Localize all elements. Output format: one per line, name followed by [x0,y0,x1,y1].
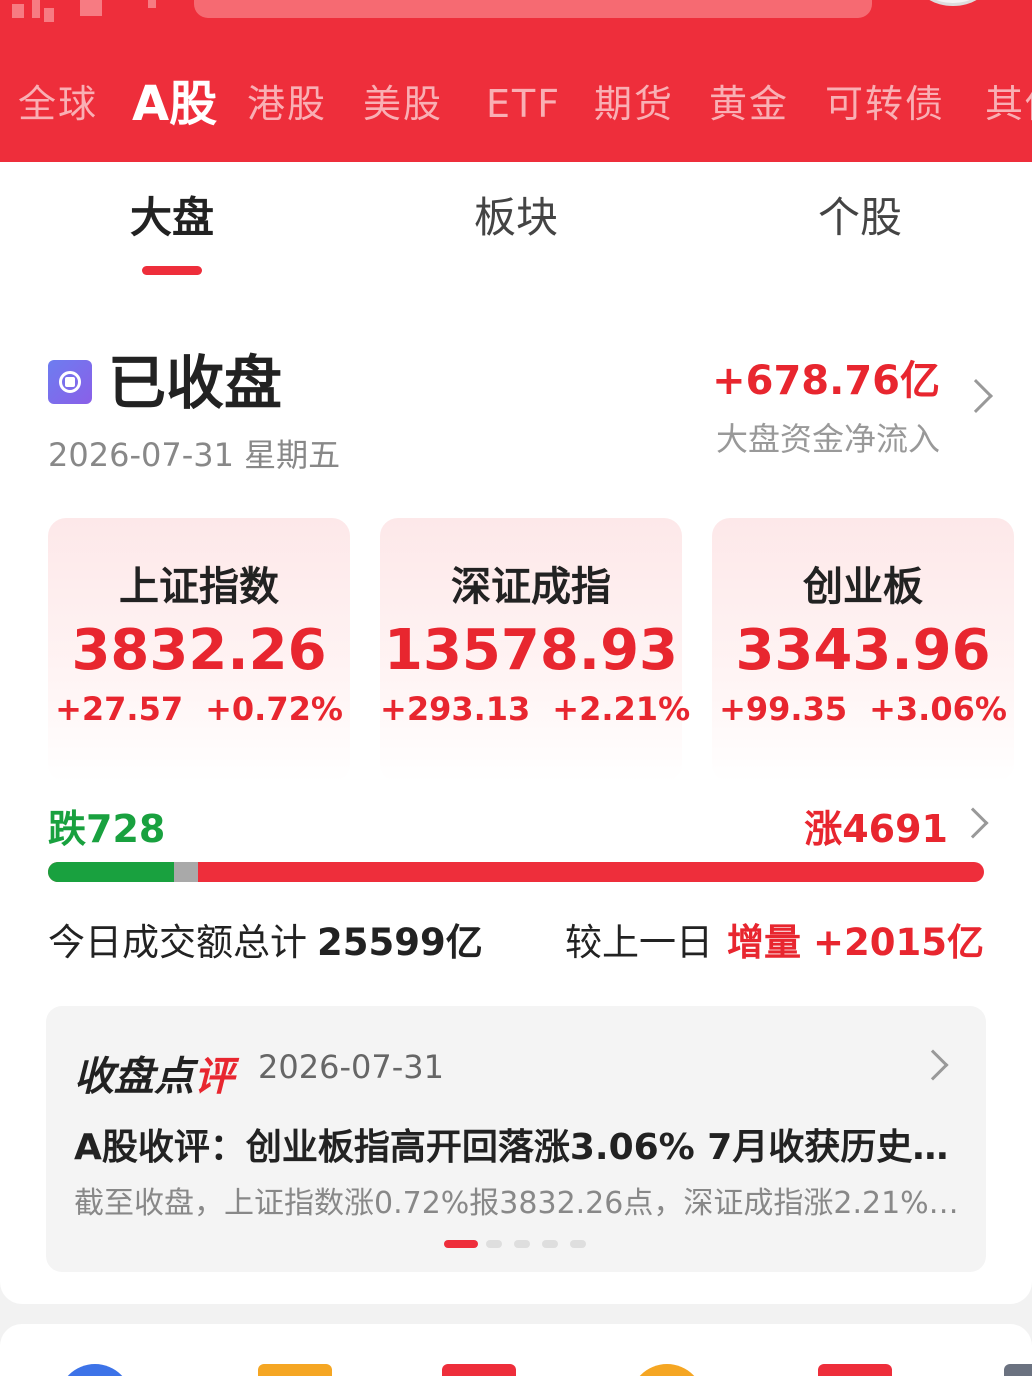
sub-tab-bar: 大盘 板块 个股 [0,162,1032,282]
chevron-right-icon [957,807,989,839]
shortcut-icon[interactable] [58,1364,132,1376]
tab-etf[interactable]: ETF [486,72,561,136]
commentary-title: 收盘点评 [74,1044,234,1102]
index-change-points: +27.57 [55,690,184,728]
calendar-icon[interactable] [258,1364,332,1376]
index-change-points: +293.13 [380,690,531,728]
index-name: 上证指数 [119,564,279,610]
commentary-date: 2026-07-31 [258,1048,444,1086]
index-change-percent: +2.21% [552,690,691,728]
turnover-value: 25599亿 [317,921,483,964]
tab-other[interactable]: 其他 [985,72,1032,136]
breadth-bar-down [48,862,174,882]
commentary-title-text: 收盘点 [74,1054,194,1100]
tab-hk[interactable]: 港股 [247,72,327,136]
shortcut-card [0,1324,1032,1376]
breadth-bar-flat [174,862,198,882]
tab-sector[interactable]: 板块 [416,184,616,245]
turnover-row: 今日成交额总计 25599亿 较上一日 增量 +2015亿 [48,912,992,964]
decliners-count: 跌728 [48,807,166,851]
closing-commentary-card[interactable]: 收盘点评 2026-07-31 A股收评：创业板指高开回落涨3.06% 7月收获… [46,1006,986,1272]
tab-stock[interactable]: 个股 [760,184,960,245]
commentary-summary: 截至收盘，上证指数涨0.72%报3832.26点，深证成指涨2.21%报1357… [74,1186,964,1221]
turnover-summary: 今日成交额总计 25599亿 [48,912,483,966]
index-change: +99.35 +3.06% [712,690,1014,728]
carousel-dot[interactable] [542,1240,558,1248]
market-overview-card: 大盘 板块 个股 已收盘 2026-07-31 星期五 +678.76亿 大盘资… [0,162,1032,1304]
chevron-right-icon [959,379,993,413]
carousel-dot[interactable] [514,1240,530,1248]
index-change: +293.13 +2.21% [380,690,690,728]
carousel-dot[interactable] [570,1240,586,1248]
market-status-title: 已收盘 [108,349,283,417]
index-value: 13578.93 [383,618,679,683]
chevron-right-icon [917,1049,949,1081]
net-inflow-value: +678.76亿 [712,358,940,404]
search-input[interactable] [194,0,872,18]
trading-date: 2026-07-31 星期五 [48,436,341,474]
index-name: 深证成指 [451,564,611,610]
carousel-dot[interactable] [486,1240,502,1248]
market-page: 全球 A股 港股 美股 ETF 期货 黄金 可转债 其他 大盘 板块 个股 已收… [0,0,1032,1376]
tab-a-share[interactable]: A股 [132,72,217,136]
turnover-compare: 较上一日 增量 +2015亿 [565,912,984,966]
commentary-headline: A股收评：创业板指高开回落涨3.06% 7月收获历史性行情 [74,1127,964,1168]
market-breadth[interactable]: 跌728 涨4691 [48,798,992,858]
index-name: 创业板 [803,564,923,610]
index-card-chinext[interactable]: 创业板 3343.96 +99.35 +3.06% [712,518,1014,782]
tab-market[interactable]: 大盘 [72,184,272,245]
market-tab-bar: 全球 A股 港股 美股 ETF 期货 黄金 可转债 其他 [0,72,1032,136]
turnover-label: 今日成交额总计 [48,921,307,964]
carousel-dot[interactable] [444,1240,478,1248]
index-card-shanghai[interactable]: 上证指数 3832.26 +27.57 +0.72% [48,518,350,782]
index-value: 3832.26 [71,618,327,683]
app-logo-icon [12,0,156,22]
net-inflow-label: 大盘资金净流入 [715,420,940,458]
shortcut-icon[interactable] [818,1364,892,1376]
shortcut-icon[interactable] [442,1364,516,1376]
index-change-percent: +0.72% [205,690,343,728]
active-tab-indicator [142,266,202,275]
breadth-bar [48,862,984,882]
index-change: +27.57 +0.72% [48,690,350,728]
tab-us[interactable]: 美股 [363,72,443,136]
tab-convertible[interactable]: 可转债 [825,72,945,136]
shortcut-icon[interactable] [1004,1364,1032,1376]
compare-value: +2015亿 [813,921,984,964]
shortcut-icon[interactable] [630,1364,704,1376]
index-value: 3343.96 [735,618,991,683]
compare-label: 较上一日 [565,921,714,964]
index-change-points: +99.35 [719,690,848,728]
avatar[interactable] [918,0,988,6]
index-cards: 上证指数 3832.26 +27.57 +0.72% 深证成指 13578.93 … [48,518,1016,782]
compare-type: 增量 [727,921,802,964]
commentary-title-accent: 评 [194,1054,234,1100]
index-change-percent: +3.06% [869,690,1007,728]
tab-gold[interactable]: 黄金 [709,72,789,136]
advancers-count: 涨4691 [804,807,948,851]
index-card-shenzhen[interactable]: 深证成指 13578.93 +293.13 +2.21% [380,518,690,782]
tab-global[interactable]: 全球 [18,72,98,136]
market-status: 已收盘 2026-07-31 星期五 +678.76亿 大盘资金净流入 [48,348,993,478]
market-closed-icon [48,360,92,404]
tab-futures[interactable]: 期货 [594,72,674,136]
top-header: 全球 A股 港股 美股 ETF 期货 黄金 可转债 其他 [0,0,1032,162]
